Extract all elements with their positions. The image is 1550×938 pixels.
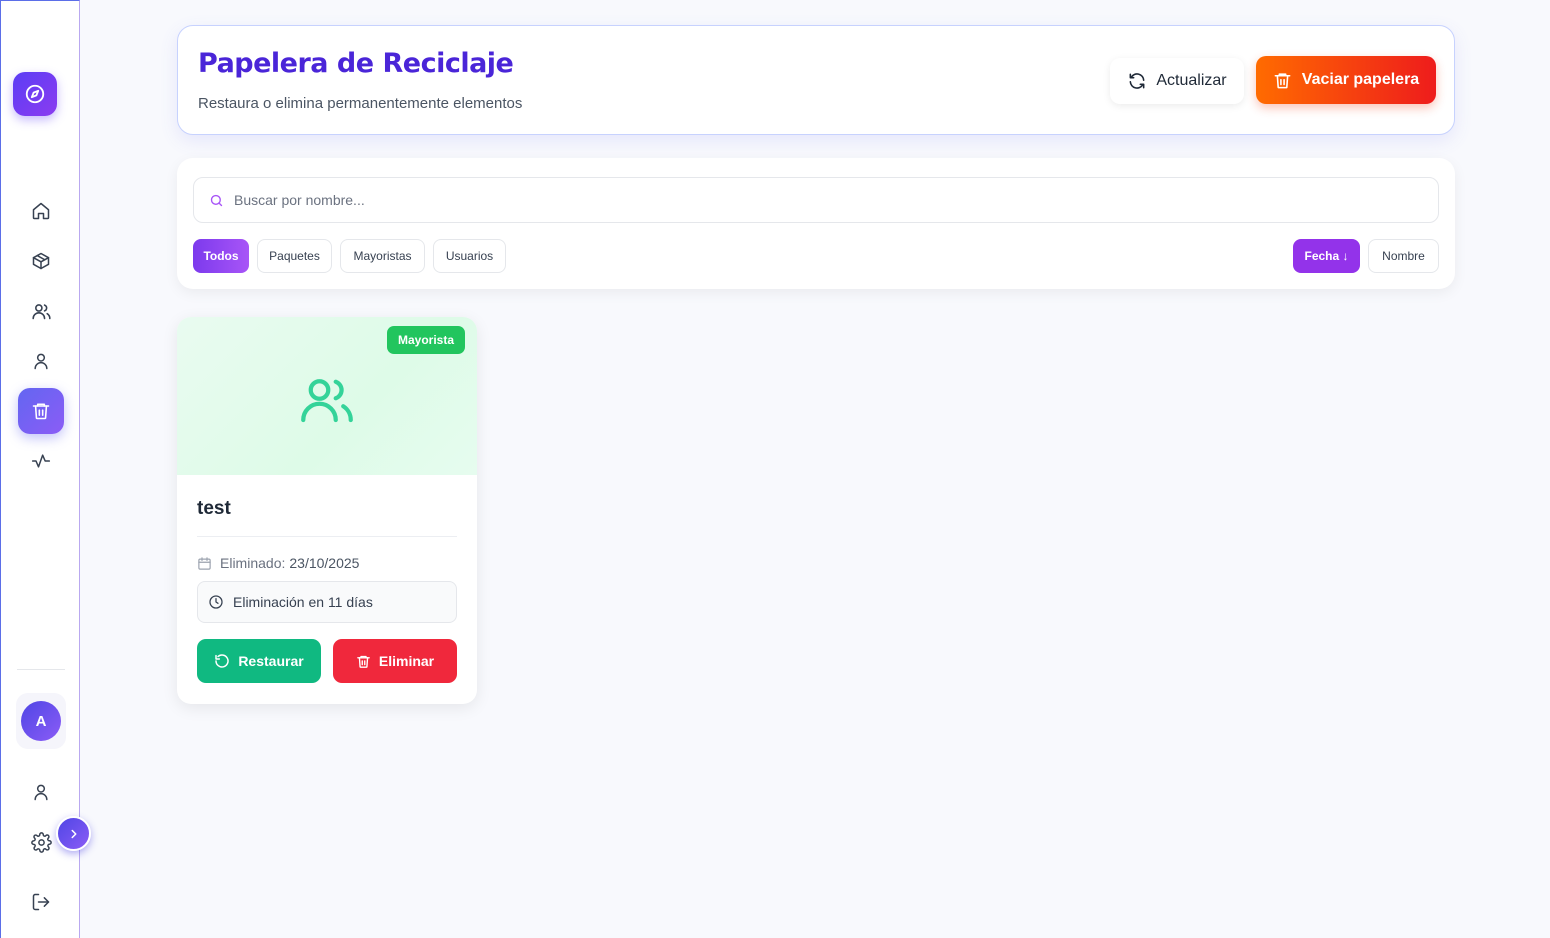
empty-trash-button[interactable]: Vaciar papelera [1256,56,1436,104]
restore-icon [215,654,230,668]
search-icon [210,194,223,207]
filter-chip-wholesalers[interactable]: Mayoristas [340,239,425,273]
sidebar-item-users[interactable] [18,338,64,384]
sidebar-item-trash[interactable] [18,388,64,434]
restore-button[interactable]: Restaurar [197,639,321,683]
chevron-right-icon [70,829,77,838]
logout-icon [32,893,50,911]
search-input[interactable] [234,178,1424,222]
search-box [193,177,1439,223]
deleted-label: Eliminado: [220,555,286,571]
sidebar-item-wholesalers[interactable] [18,288,64,334]
expiry-text: Eliminación en 11 días [233,594,373,610]
sidebar-divider [17,669,65,670]
box-icon [32,252,50,270]
expiry-notice: Eliminación en 11 días [197,581,457,623]
user-icon [34,353,48,370]
page-header: Papelera de Reciclaje Restaura o elimina… [177,25,1455,135]
users-icon [301,379,353,423]
app-logo[interactable] [13,72,57,116]
compass-icon [25,84,45,104]
page-subtitle: Restaura o elimina permanentemente eleme… [198,95,523,112]
delete-label: Eliminar [378,653,435,669]
gear-icon [30,831,52,853]
refresh-label: Actualizar [1156,72,1227,89]
delete-button[interactable]: Eliminar [333,639,457,683]
filter-chip-users[interactable]: Usuarios [433,239,506,273]
users-icon [31,303,51,319]
filter-chip-all[interactable]: Todos [193,239,249,273]
trash-item-card: Mayorista test Eliminado: 23/10/2025 Eli… [177,317,477,704]
empty-trash-label: Vaciar papelera [1301,71,1420,88]
type-badge: Mayorista [387,326,465,354]
user-icon [34,784,48,801]
deleted-date: 23/10/2025 [289,555,360,571]
user-menu[interactable]: A [16,693,66,749]
item-name: test [197,498,231,519]
calendar-icon [198,556,211,570]
sidebar: A [0,0,80,938]
card-preview: Mayorista [177,317,477,475]
filter-panel: Todos Paquetes Mayoristas Usuarios Fecha… [177,158,1455,289]
sidebar-expand-button[interactable] [56,816,91,851]
filter-chip-packages[interactable]: Paquetes [257,239,332,273]
trash-icon [32,403,50,420]
sidebar-item-activity[interactable] [18,438,64,484]
clock-icon [209,595,223,609]
sidebar-item-logout[interactable] [18,879,64,925]
sort-chip-name[interactable]: Nombre [1368,239,1439,273]
home-icon [32,202,50,220]
sidebar-item-profile[interactable] [18,769,64,815]
trash-icon [357,655,370,668]
card-divider [197,536,457,537]
sort-chip-date[interactable]: Fecha ↓ [1293,239,1360,273]
page-title: Papelera de Reciclaje [198,48,514,79]
avatar: A [21,701,61,741]
deleted-date-row: Eliminado: 23/10/2025 [197,555,359,571]
sidebar-item-packages[interactable] [18,238,64,284]
restore-label: Restaurar [238,653,304,669]
activity-icon [31,454,51,468]
trash-icon [1274,72,1291,88]
refresh-button[interactable]: Actualizar [1110,58,1244,104]
refresh-icon [1129,73,1145,89]
sidebar-item-home[interactable] [18,188,64,234]
